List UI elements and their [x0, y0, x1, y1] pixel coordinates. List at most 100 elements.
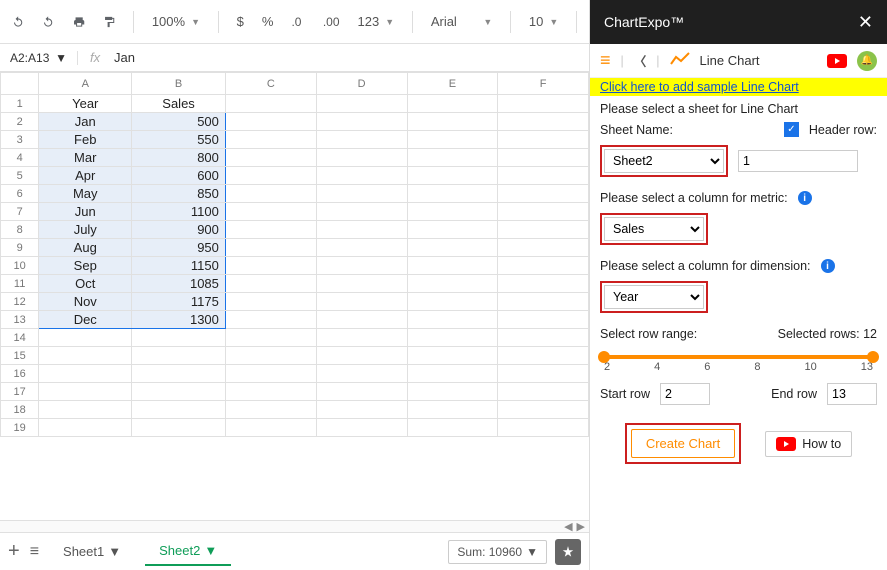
- row-header[interactable]: 19: [1, 419, 39, 437]
- cell[interactable]: [407, 149, 498, 167]
- cell[interactable]: [225, 365, 316, 383]
- cell[interactable]: [498, 167, 589, 185]
- row-header[interactable]: 9: [1, 239, 39, 257]
- font-size-dropdown[interactable]: 10▼: [529, 14, 558, 29]
- cell[interactable]: [225, 419, 316, 437]
- tab-sheet2[interactable]: Sheet2▼: [145, 537, 231, 566]
- cell[interactable]: [225, 113, 316, 131]
- tab-sheet1[interactable]: Sheet1▼: [49, 538, 135, 565]
- cell[interactable]: [225, 95, 316, 113]
- cell[interactable]: [225, 329, 316, 347]
- cell[interactable]: [316, 311, 407, 329]
- cell[interactable]: May: [39, 185, 132, 203]
- cell[interactable]: [407, 311, 498, 329]
- row-header[interactable]: 16: [1, 365, 39, 383]
- add-sheet-icon[interactable]: +: [8, 540, 20, 563]
- cell[interactable]: [407, 329, 498, 347]
- cell[interactable]: [407, 167, 498, 185]
- row-header[interactable]: 18: [1, 401, 39, 419]
- cell[interactable]: [316, 221, 407, 239]
- cell[interactable]: [407, 221, 498, 239]
- row-header[interactable]: 10: [1, 257, 39, 275]
- cell[interactable]: 1085: [132, 275, 226, 293]
- cell[interactable]: [407, 275, 498, 293]
- row-header[interactable]: 3: [1, 131, 39, 149]
- cell[interactable]: [316, 293, 407, 311]
- cell[interactable]: 550: [132, 131, 226, 149]
- cell[interactable]: [316, 131, 407, 149]
- back-icon[interactable]: 〈: [634, 51, 647, 70]
- cell[interactable]: Feb: [39, 131, 132, 149]
- cell[interactable]: [316, 383, 407, 401]
- cell[interactable]: [132, 419, 226, 437]
- cell[interactable]: [316, 329, 407, 347]
- cell[interactable]: [39, 347, 132, 365]
- cell[interactable]: 800: [132, 149, 226, 167]
- cell[interactable]: [498, 311, 589, 329]
- cell[interactable]: [407, 347, 498, 365]
- cell[interactable]: [407, 257, 498, 275]
- decrease-decimal-icon[interactable]: .0: [291, 15, 304, 29]
- end-row-input[interactable]: [827, 383, 877, 405]
- cell[interactable]: Apr: [39, 167, 132, 185]
- cell[interactable]: 850: [132, 185, 226, 203]
- cell[interactable]: [316, 419, 407, 437]
- cell[interactable]: Aug: [39, 239, 132, 257]
- cell[interactable]: [225, 257, 316, 275]
- cell[interactable]: [132, 401, 226, 419]
- cell[interactable]: [39, 329, 132, 347]
- cell[interactable]: [407, 383, 498, 401]
- close-icon[interactable]: ✕: [858, 12, 873, 33]
- explore-icon[interactable]: [555, 539, 581, 565]
- row-header[interactable]: 5: [1, 167, 39, 185]
- cell[interactable]: [316, 365, 407, 383]
- cell[interactable]: [132, 329, 226, 347]
- cell[interactable]: [407, 95, 498, 113]
- row-header[interactable]: 1: [1, 95, 39, 113]
- cell[interactable]: 1100: [132, 203, 226, 221]
- cell[interactable]: Dec: [39, 311, 132, 329]
- font-dropdown[interactable]: Arial▼: [431, 14, 492, 29]
- cell[interactable]: 600: [132, 167, 226, 185]
- column-header[interactable]: C: [225, 73, 316, 95]
- cell[interactable]: Jun: [39, 203, 132, 221]
- row-header[interactable]: 17: [1, 383, 39, 401]
- cell[interactable]: [316, 167, 407, 185]
- cell[interactable]: Year: [39, 95, 132, 113]
- cell[interactable]: [39, 401, 132, 419]
- cell[interactable]: [498, 185, 589, 203]
- info-icon[interactable]: i: [798, 191, 812, 205]
- row-header[interactable]: 7: [1, 203, 39, 221]
- cell[interactable]: 1150: [132, 257, 226, 275]
- grid[interactable]: ABCDEF1YearSales2Jan5003Feb5504Mar8005Ap…: [0, 72, 589, 520]
- cell[interactable]: [498, 329, 589, 347]
- cell[interactable]: [316, 203, 407, 221]
- cell[interactable]: [225, 347, 316, 365]
- row-header[interactable]: 8: [1, 221, 39, 239]
- cell[interactable]: [498, 347, 589, 365]
- column-header[interactable]: E: [407, 73, 498, 95]
- cell[interactable]: [407, 239, 498, 257]
- cell[interactable]: [407, 419, 498, 437]
- youtube-icon[interactable]: [827, 54, 847, 68]
- cell[interactable]: [498, 95, 589, 113]
- cell[interactable]: [316, 347, 407, 365]
- cell[interactable]: [132, 365, 226, 383]
- cell[interactable]: [132, 383, 226, 401]
- name-box[interactable]: A2:A13▼: [0, 51, 78, 65]
- cell[interactable]: [39, 383, 132, 401]
- cell[interactable]: [225, 401, 316, 419]
- cell[interactable]: 1175: [132, 293, 226, 311]
- notification-icon[interactable]: 🔔: [857, 51, 877, 71]
- percent-icon[interactable]: %: [262, 14, 274, 29]
- header-row-input[interactable]: [738, 150, 858, 172]
- cell[interactable]: [132, 347, 226, 365]
- currency-icon[interactable]: $: [237, 14, 244, 29]
- row-header[interactable]: 6: [1, 185, 39, 203]
- cell[interactable]: [498, 203, 589, 221]
- cell[interactable]: [407, 131, 498, 149]
- cell[interactable]: [225, 311, 316, 329]
- cell[interactable]: [498, 239, 589, 257]
- zoom-dropdown[interactable]: 100%▼: [152, 14, 200, 29]
- cell[interactable]: [498, 149, 589, 167]
